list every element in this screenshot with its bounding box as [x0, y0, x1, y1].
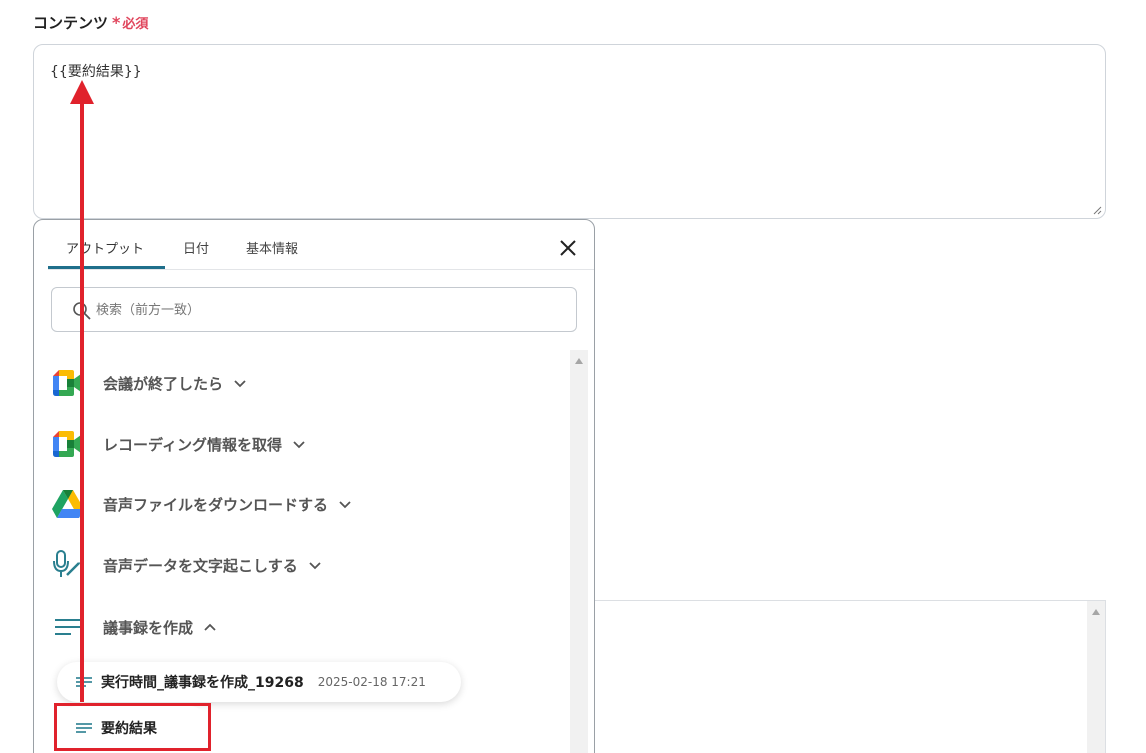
- group-label: レコーディング情報を取得: [103, 435, 282, 454]
- chevron-down-icon: [309, 562, 321, 570]
- google-meet-icon: [51, 427, 85, 461]
- tab-date[interactable]: 日付: [183, 238, 209, 257]
- group-label: 会議が終了したら: [103, 374, 224, 393]
- required-badge: * 必須: [112, 13, 148, 32]
- chevron-down-icon: [339, 501, 351, 509]
- content-textarea[interactable]: {{要約結果}}: [33, 44, 1106, 219]
- microphone-icon: [51, 548, 85, 582]
- chevron-up-icon: [204, 623, 216, 631]
- chevron-down-icon: [234, 380, 246, 388]
- close-icon[interactable]: [558, 238, 578, 258]
- content-value: {{要約結果}}: [50, 64, 142, 80]
- google-meet-icon: [51, 366, 85, 400]
- output-name: 実行時間_議事録を作成_19268: [101, 675, 304, 691]
- output-item-summary-result[interactable]: 要約結果: [57, 706, 209, 750]
- output-name: 要約結果: [101, 721, 157, 737]
- group-recording-info[interactable]: レコーディング情報を取得: [51, 426, 306, 462]
- panel-tabs: アウトプット 日付 基本情報: [48, 220, 594, 270]
- output-timestamp: 2025-02-18 17:21: [317, 675, 426, 689]
- text-lines-icon: [76, 677, 92, 687]
- label-text: コンテンツ: [33, 14, 109, 32]
- group-download-audio[interactable]: 音声ファイルをダウンロードする: [51, 486, 352, 522]
- form-page: コンテンツ * 必須 {{要約結果}} アウトプット 日付 基本情報 検索（前方…: [0, 0, 1146, 753]
- search-icon: [73, 302, 91, 320]
- text-lines-icon: [51, 610, 85, 644]
- group-meeting-ended[interactable]: 会議が終了したら: [51, 365, 247, 401]
- tab-basic-info[interactable]: 基本情報: [246, 238, 298, 257]
- output-item-execution-time[interactable]: 実行時間_議事録を作成_19268 2025-02-18 17:21: [57, 662, 461, 702]
- group-transcribe[interactable]: 音声データを文字起こしする: [51, 547, 322, 583]
- group-label: 音声データを文字起こしする: [103, 556, 298, 575]
- text-lines-icon: [76, 723, 92, 733]
- panel-scrollbar[interactable]: [570, 350, 588, 753]
- search-box[interactable]: [51, 287, 577, 332]
- active-tab-indicator: [48, 266, 165, 269]
- required-text: 必須: [122, 17, 149, 32]
- search-input[interactable]: [96, 299, 556, 321]
- required-star: *: [112, 13, 121, 32]
- background-scrollbar[interactable]: [1087, 601, 1105, 753]
- resize-handle-icon[interactable]: [1092, 205, 1102, 215]
- google-drive-icon: [51, 487, 85, 521]
- group-create-minutes[interactable]: 議事録を作成: [51, 609, 217, 645]
- group-label: 音声ファイルをダウンロードする: [103, 495, 329, 514]
- content-field-label: コンテンツ * 必須: [33, 12, 148, 33]
- tab-output[interactable]: アウトプット: [66, 238, 144, 257]
- background-field[interactable]: [594, 600, 1106, 753]
- scroll-up-icon[interactable]: [1092, 609, 1100, 615]
- group-label: 議事録を作成: [103, 618, 194, 637]
- scroll-up-icon[interactable]: [575, 358, 583, 364]
- chevron-down-icon: [293, 441, 305, 449]
